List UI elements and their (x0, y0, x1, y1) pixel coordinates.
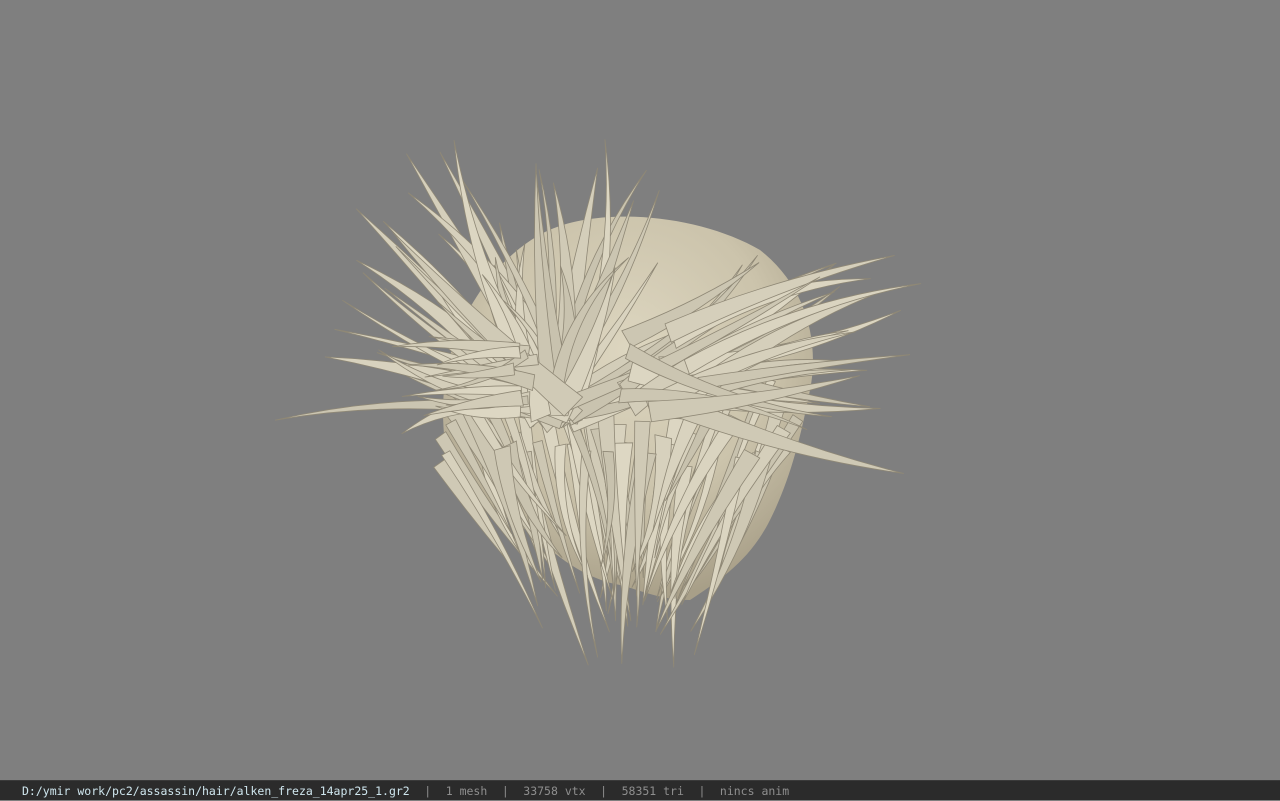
separator: | (600, 783, 608, 798)
separator: | (698, 783, 706, 798)
mesh-count: 1 mesh (445, 783, 488, 798)
3d-viewport[interactable] (0, 0, 1280, 780)
triangle-count: 58351 tri (621, 783, 684, 798)
vertex-count: 33758 vtx (523, 783, 586, 798)
separator: | (424, 783, 432, 798)
animation-status: nincs anim (719, 783, 790, 798)
hair-mesh-model (274, 139, 922, 668)
separator: | (501, 783, 509, 798)
status-bar: D:/ymir work/pc2/assassin/hair/alken_fre… (0, 780, 1280, 800)
file-path: D:/ymir work/pc2/assassin/hair/alken_fre… (22, 783, 410, 798)
